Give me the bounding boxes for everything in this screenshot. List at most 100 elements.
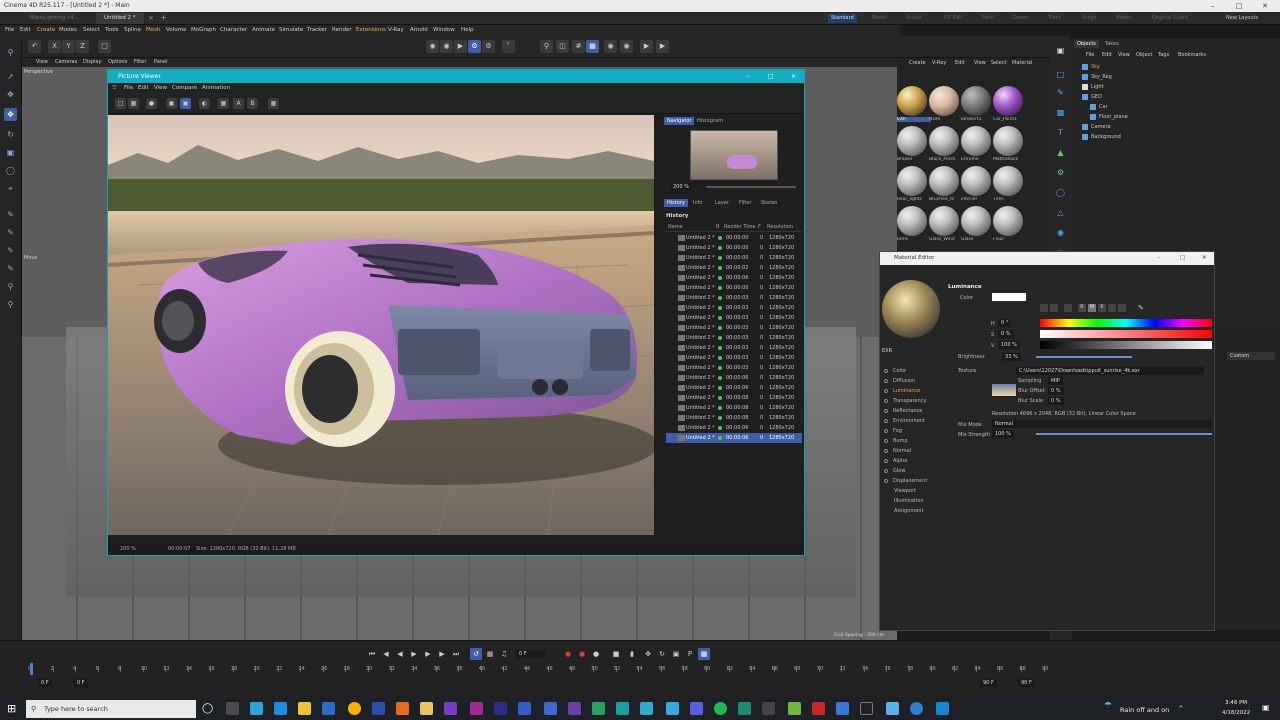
om-menu-edit[interactable]: Edit [1102,50,1112,61]
coord-system-icon[interactable]: □ [98,40,111,53]
swatches-icon[interactable] [1118,304,1126,312]
app-icon-11[interactable] [762,702,775,715]
menu-vray[interactable]: V-Ray [388,25,404,36]
history-row[interactable]: Untitled 2 * 00:00:08 0 1280x720 [666,403,802,413]
menu-mesh[interactable]: Mesh [146,25,160,36]
next-key-icon[interactable]: ▶ [436,648,448,660]
me-close-icon[interactable]: ✕ [1202,252,1207,265]
app-icon-4[interactable] [444,702,457,715]
rotate-icon[interactable]: ↻ [4,128,17,141]
value-slider[interactable] [1040,341,1212,349]
spectrum-icon[interactable] [1050,304,1058,312]
brightness-slider[interactable] [1036,356,1132,358]
save-icon[interactable]: ▦ [128,98,139,109]
menu-tools[interactable]: Tools [105,25,119,36]
doc-tab-untitled[interactable]: Untitled 2 * [96,13,144,24]
history-row[interactable]: Untitled 2 * 00:00:03 0 1280x720 [666,363,802,373]
render-pv-icon[interactable]: ▶ [454,40,467,53]
channel-item[interactable]: Bump [884,436,908,446]
vp-menu-panel[interactable]: Panel [154,58,168,67]
rgb-icon[interactable]: R [1078,304,1086,312]
mm-menu-select[interactable]: Select [991,58,1006,69]
spotify-icon[interactable] [714,702,727,715]
chrome-icon[interactable] [348,702,361,715]
menu-file[interactable]: File [5,25,14,36]
store-icon[interactable] [274,702,287,715]
zoom-full-icon[interactable]: ▣ [180,98,191,109]
layout-script[interactable]: Script [1082,14,1097,23]
channel-item[interactable]: Fog [884,426,902,436]
end-frame[interactable]: 90 F [1018,679,1035,687]
tab-navigator[interactable]: Navigator [664,117,695,125]
render-icon[interactable]: ▶ [656,40,669,53]
layout-standard[interactable]: Standard [828,14,857,23]
play-icon[interactable]: ▶ [640,40,653,53]
close-tab-icon[interactable]: × [148,14,154,22]
after-effects-icon[interactable] [494,702,507,715]
hair-icon[interactable]: ⚲ [4,298,17,311]
live-select-icon[interactable]: ➚ [4,70,17,83]
menu-select[interactable]: Select [83,25,100,36]
obj-car[interactable]: Car [1090,102,1108,112]
material-thumbnail[interactable] [897,86,927,116]
layout-uv-edit[interactable]: UV Edit [944,14,962,23]
windows-start-icon[interactable]: ⊞ [7,702,16,715]
go-end-icon[interactable]: ⏭ [450,648,462,660]
vp-menu-display[interactable]: Display [83,58,101,67]
channel-item[interactable]: Environment [884,416,925,426]
me-minimize-icon[interactable]: – [1158,252,1161,265]
stop-icon-tl[interactable]: ■ [610,648,622,660]
om-menu-file[interactable]: File [1086,50,1094,61]
pv-close-icon[interactable]: ✕ [791,70,796,83]
history-row[interactable]: Untitled 2 * 00:00:03 0 1280x720 [666,353,802,363]
tab-filter[interactable]: Filter [736,199,754,207]
edge-icon[interactable] [250,702,263,715]
preview-end[interactable]: 90 F [980,679,997,687]
eyedropper-icon[interactable]: ✎ [1138,304,1144,312]
pla-key-icon[interactable]: ▦ [698,648,710,660]
app-icon-14[interactable] [836,702,849,715]
om-menu-tags[interactable]: Tags [1158,50,1169,61]
history-row[interactable]: Untitled 2 * 00:00:06 0 1280x720 [666,373,802,383]
next-frame-icon[interactable]: ▶ [422,648,434,660]
channel-item[interactable]: Diffusion [884,376,915,386]
axis-mode-icon[interactable]: ▦ [586,40,599,53]
mix-mode-select[interactable]: Normal [992,420,1212,428]
word-icon[interactable] [544,702,557,715]
v-value[interactable]: 100 % [998,341,1020,349]
hsv-icon[interactable]: H [1088,304,1096,312]
history-row[interactable]: Untitled 2 * 00:00:06 0 1280x720 [666,383,802,393]
channel-item[interactable]: Viewport [884,486,916,496]
file-explorer-icon[interactable] [298,702,311,715]
blur-offset-value[interactable]: 0 % [1048,387,1064,395]
h-value[interactable]: 0 ° [998,319,1012,327]
keyframe-icon[interactable]: ● [590,648,602,660]
layout-nodes[interactable]: Nodes [1116,14,1132,23]
material-thumbnail[interactable] [993,86,1023,116]
playhead[interactable] [30,663,33,675]
edit-render-settings-icon[interactable]: ⚙ [482,40,495,53]
cortana-icon[interactable]: ◯ [202,702,215,715]
sculpt-icon[interactable]: ✎ [4,262,17,275]
contrast-icon[interactable]: ◐ [199,98,210,109]
app-icon-2[interactable] [396,702,409,715]
rotate-key-icon[interactable]: ↻ [656,648,668,660]
channel-item[interactable]: Alpha [884,456,907,466]
vp-menu-options[interactable]: Options [108,58,127,67]
menu-animate[interactable]: Animate [252,25,275,36]
history-row[interactable]: Untitled 2 * 00:00:08 0 1280x720 [666,393,802,403]
material-thumbnail[interactable] [929,86,959,116]
menu-mograph[interactable]: MoGraph [191,25,216,36]
history-row[interactable]: Untitled 2 * 00:00:03 0 1280x720 [666,293,802,303]
pen-icon[interactable]: ✎ [1054,86,1067,99]
workplane-icon[interactable]: ◫ [556,40,569,53]
menu-volume[interactable]: Volume [166,25,186,36]
app-icon-12[interactable] [788,702,801,715]
param-key-icon[interactable]: P [684,648,696,660]
scene-icon[interactable]: △ [1054,206,1067,219]
app-icon-13[interactable] [812,702,825,715]
taskbar-search[interactable]: ⚲ Type here to search [26,700,196,718]
channel-item[interactable]: Color [884,366,906,376]
excel-icon[interactable] [592,702,605,715]
loop-icon[interactable]: ↺ [470,648,482,660]
